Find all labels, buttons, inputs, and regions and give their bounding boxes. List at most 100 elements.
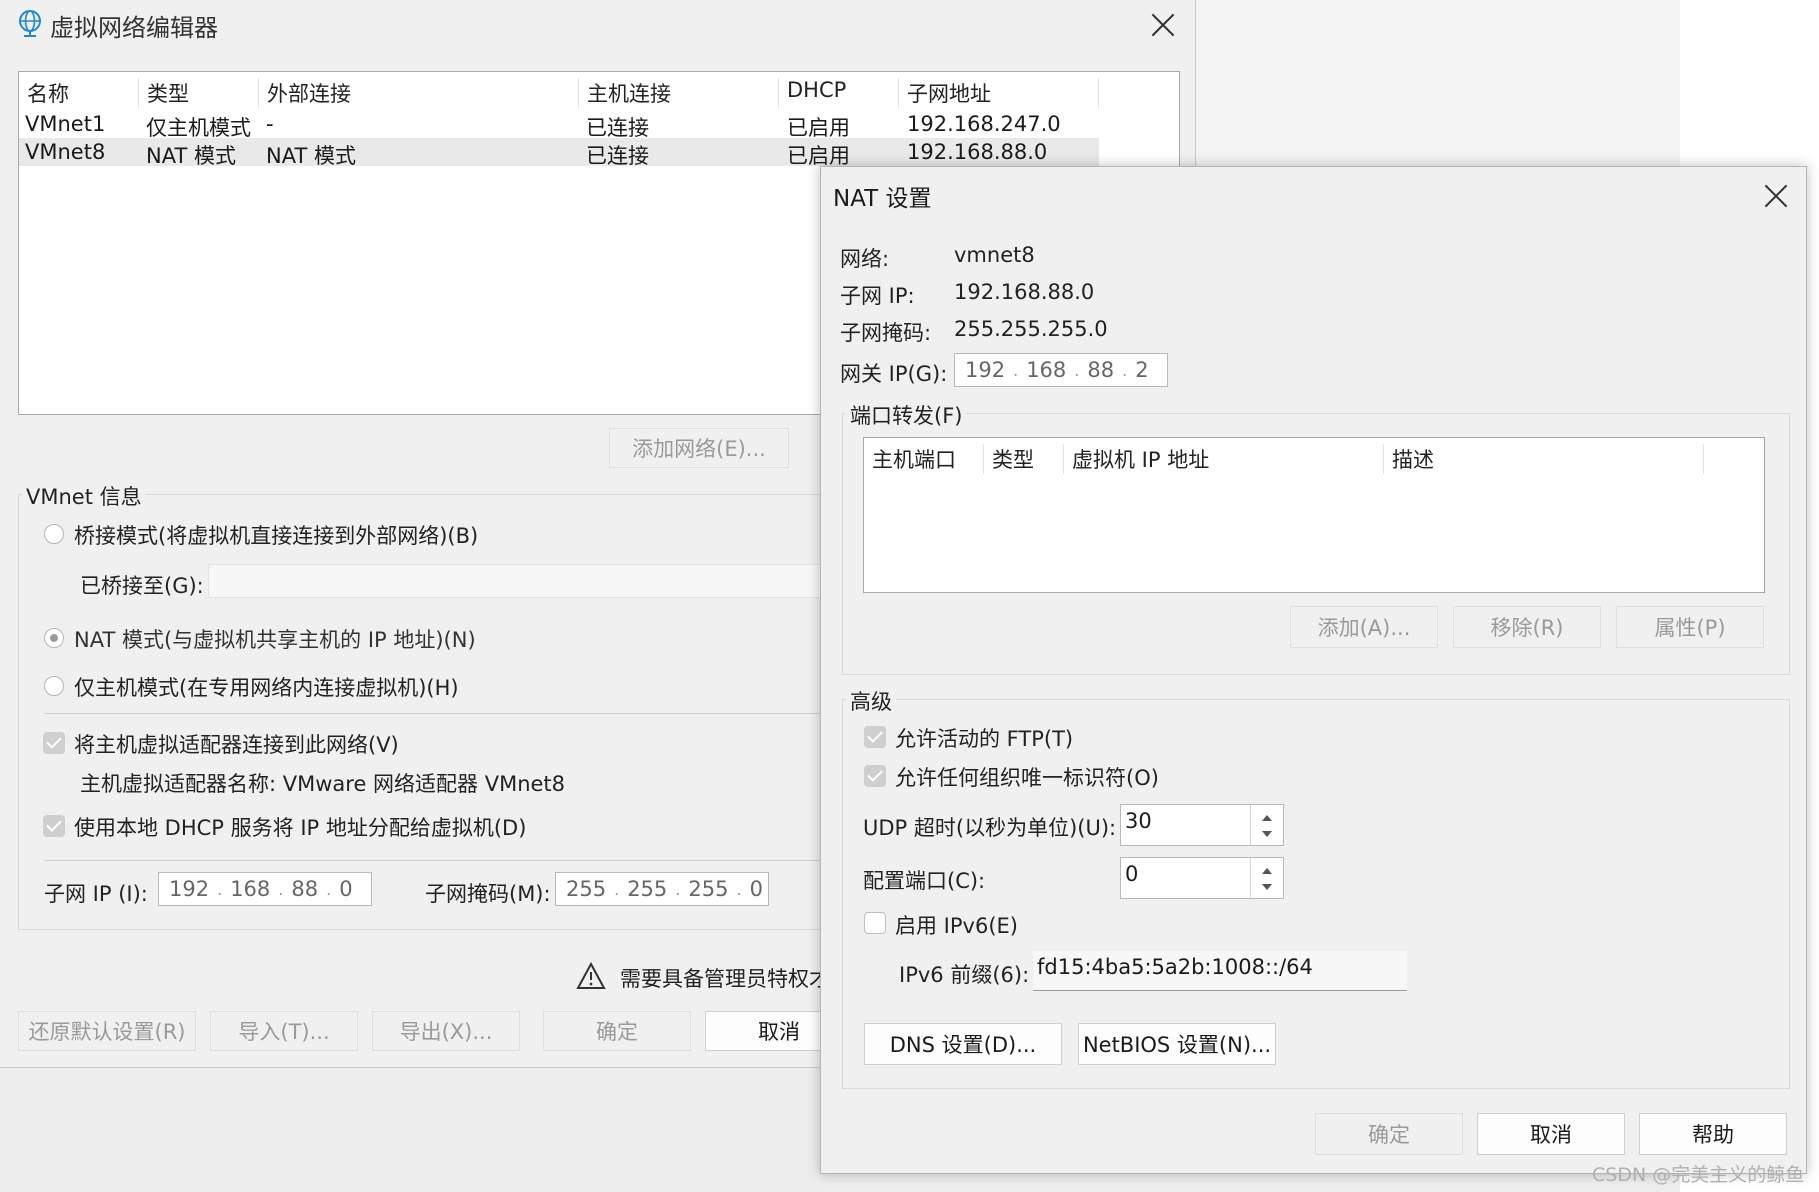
ip-octet: 255 [688, 877, 729, 901]
cell-subnet: 192.168.88.0 [907, 140, 1048, 164]
arrow-down-icon[interactable] [1262, 884, 1272, 890]
ip-octet: 255 [566, 877, 607, 901]
port-forwarding-table[interactable]: 主机端口 类型 虚拟机 IP 地址 描述 [863, 437, 1765, 593]
connect-adapter-checkbox[interactable] [43, 732, 65, 754]
bridge-mode-label: 桥接模式(将虚拟机直接连接到外部网络)(B) [74, 524, 479, 548]
udp-timeout-label: UDP 超时(以秒为单位)(U): [863, 816, 1117, 840]
column-header-host-port[interactable]: 主机端口 [864, 444, 984, 474]
ok-button[interactable]: 确定 [543, 1011, 691, 1051]
help-button[interactable]: 帮助 [1639, 1113, 1787, 1155]
column-header-type[interactable]: 类型 [139, 78, 259, 108]
ip-octet: 88 [291, 877, 319, 901]
cell-subnet: 192.168.247.0 [907, 112, 1061, 136]
warning-icon [576, 962, 606, 989]
properties-button[interactable]: 属性(P) [1616, 606, 1764, 648]
gateway-ip-input[interactable]: 192. 168. 88. 2 [954, 353, 1168, 387]
spin-arrows[interactable] [1250, 805, 1283, 845]
subnet-ip-value: 192.168.88.0 [954, 280, 1095, 304]
column-header-host-connection[interactable]: 主机连接 [579, 78, 779, 108]
cancel-button[interactable]: 取消 [1477, 1113, 1625, 1155]
ipv6-prefix-input[interactable]: fd15:4ba5:5a2b:1008::/64 [1033, 951, 1407, 991]
use-dhcp-checkbox[interactable] [43, 815, 65, 837]
subnet-mask-value: 255.255.255.0 [954, 317, 1108, 341]
gateway-label: 网关 IP(G): [840, 362, 948, 386]
watermark-text: CSDN @完美主义的鲸鱼 [1592, 1164, 1805, 1186]
netbios-settings-button[interactable]: NetBIOS 设置(N)... [1078, 1023, 1276, 1065]
port-forwarding-label: 端口转发(F) [846, 400, 967, 430]
adapter-name-text: 主机虚拟适配器名称: VMware 网络适配器 VMnet8 [80, 772, 566, 796]
network-value: vmnet8 [954, 243, 1035, 267]
cell-name: VMnet8 [25, 140, 106, 164]
allow-ftp-checkbox[interactable] [864, 726, 886, 748]
config-port-label: 配置端口(C): [863, 869, 986, 893]
column-header-type[interactable]: 类型 [984, 444, 1064, 474]
column-header-name[interactable]: 名称 [19, 78, 139, 108]
subnet-ip-label: 子网 IP: [840, 284, 915, 308]
nat-mode-label: NAT 模式(与虚拟机共享主机的 IP 地址)(N) [74, 628, 476, 652]
nat-mode-radio[interactable] [44, 628, 64, 648]
allow-oui-checkbox[interactable] [864, 765, 886, 787]
close-icon[interactable] [1146, 8, 1180, 42]
subnet-mask-label: 子网掩码: [840, 321, 932, 345]
ip-octet: 0 [339, 877, 353, 901]
enable-ipv6-checkbox[interactable] [864, 912, 886, 934]
subnet-mask-label: 子网掩码(M): [425, 882, 551, 906]
bridged-to-label: 已桥接至(G): [80, 574, 204, 598]
add-network-button[interactable]: 添加网络(E)... [609, 428, 789, 468]
ip-octet: 88 [1087, 358, 1115, 382]
cell-external: NAT 模式 [266, 144, 356, 168]
ip-octet: 192 [965, 358, 1006, 382]
host-only-label: 仅主机模式(在专用网络内连接虚拟机)(H) [74, 676, 459, 700]
advanced-label: 高级 [846, 686, 896, 716]
allow-ftp-label: 允许活动的 FTP(T) [895, 727, 1074, 751]
vmnet-info-label: VMnet 信息 [22, 481, 146, 511]
ipv6-prefix-label: IPv6 前缀(6): [899, 963, 1030, 987]
subnet-mask-input[interactable]: 255. 255. 255. 0 [555, 872, 769, 906]
spin-arrows[interactable] [1250, 858, 1283, 898]
arrow-up-icon[interactable] [1262, 815, 1272, 821]
network-label: 网络: [840, 247, 890, 271]
column-header-external[interactable]: 外部连接 [259, 78, 579, 108]
udp-timeout-stepper[interactable]: 30 [1120, 804, 1284, 846]
ip-octet: 192 [169, 877, 210, 901]
enable-ipv6-label: 启用 IPv6(E) [895, 914, 1018, 938]
column-header-dhcp[interactable]: DHCP [779, 78, 899, 108]
admin-warning-text: 需要具备管理员特权才 [620, 967, 830, 991]
ip-octet: 255 [627, 877, 668, 901]
remove-button[interactable]: 移除(R) [1453, 606, 1601, 648]
window-title: 虚拟网络编辑器 [50, 14, 218, 42]
restore-defaults-button[interactable]: 还原默认设置(R) [18, 1011, 196, 1051]
udp-timeout-value: 30 [1125, 809, 1152, 833]
cell-external: - [266, 112, 274, 136]
globe-icon [19, 10, 41, 37]
column-header-description[interactable]: 描述 [1384, 444, 1704, 474]
ip-octet: 2 [1135, 358, 1149, 382]
subnet-ip-input[interactable]: 192. 168. 88. 0 [158, 872, 372, 906]
dialog-title: NAT 设置 [833, 186, 932, 212]
arrow-up-icon[interactable] [1262, 868, 1272, 874]
ok-button[interactable]: 确定 [1315, 1113, 1463, 1155]
table-row[interactable]: VMnet1 仅主机模式 - 已连接 已启用 192.168.247.0 [19, 110, 1099, 140]
close-icon[interactable] [1759, 179, 1793, 213]
ip-octet: 0 [749, 877, 763, 901]
arrow-down-icon[interactable] [1262, 831, 1272, 837]
cell-type: NAT 模式 [146, 144, 236, 168]
nat-settings-dialog: NAT 设置 网络: vmnet8 子网 IP: 192.168.88.0 子网… [820, 166, 1807, 1174]
use-dhcp-label: 使用本地 DHCP 服务将 IP 地址分配给虚拟机(D) [74, 816, 527, 840]
config-port-stepper[interactable]: 0 [1120, 857, 1284, 899]
subnet-ip-label: 子网 IP (I): [44, 882, 148, 906]
allow-oui-label: 允许任何组织唯一标识符(O) [895, 766, 1159, 790]
dns-settings-button[interactable]: DNS 设置(D)... [864, 1023, 1062, 1065]
export-button[interactable]: 导出(X)... [372, 1011, 520, 1051]
table-row-selected[interactable]: VMnet8 NAT 模式 NAT 模式 已连接 已启用 192.168.88.… [19, 138, 1099, 168]
import-button[interactable]: 导入(T)... [210, 1011, 358, 1051]
host-only-radio[interactable] [44, 676, 64, 696]
cell-host-connection: 已连接 [586, 144, 649, 168]
ip-octet: 168 [1026, 358, 1067, 382]
column-header-vm-ip[interactable]: 虚拟机 IP 地址 [1064, 444, 1384, 474]
add-button[interactable]: 添加(A)... [1290, 606, 1438, 648]
column-header-subnet[interactable]: 子网地址 [899, 78, 1099, 108]
ip-octet: 168 [230, 877, 271, 901]
connect-adapter-label: 将主机虚拟适配器连接到此网络(V) [74, 733, 399, 757]
bridge-mode-radio[interactable] [44, 524, 64, 544]
